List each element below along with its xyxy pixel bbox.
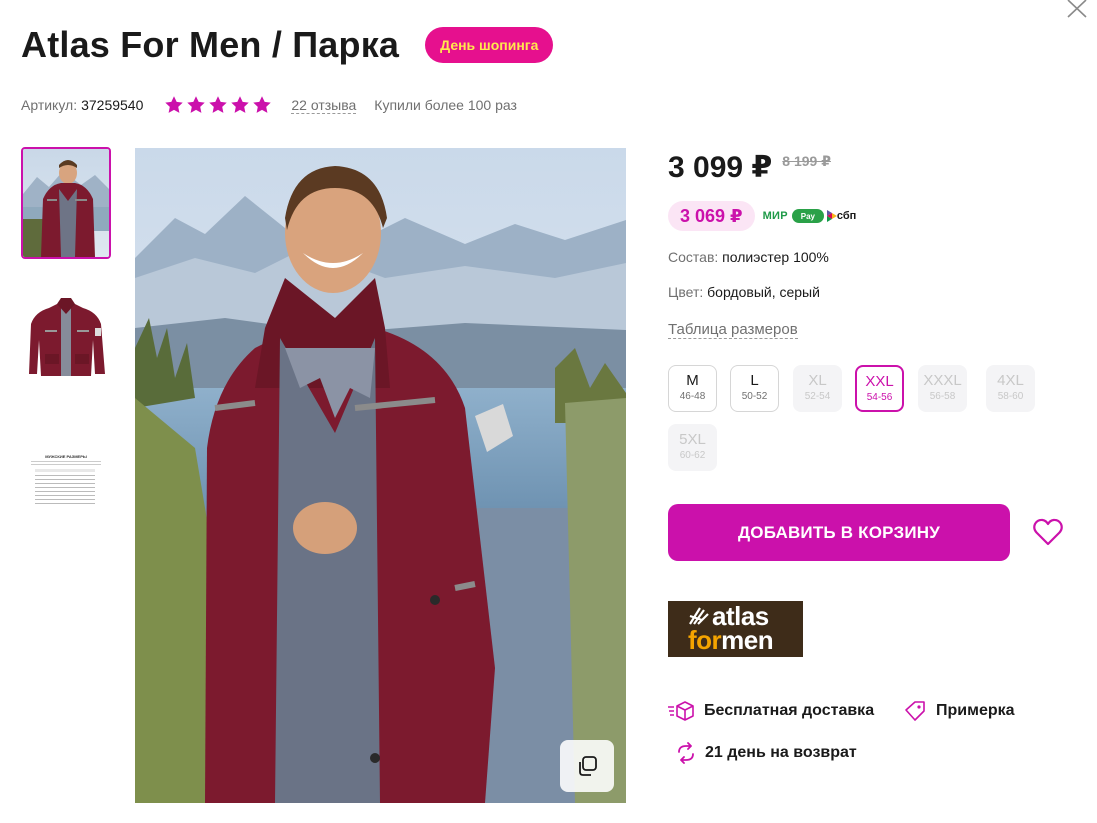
size-label: L <box>750 372 759 389</box>
spec-composition: Состав: полиэстер 100% <box>668 249 1078 266</box>
benefit-delivery-label: Бесплатная доставка <box>704 702 875 719</box>
purchases-count: Купили более 100 раз <box>374 97 517 113</box>
delivery-box-icon <box>668 701 694 721</box>
wallet-price[interactable]: 3 069 ₽ <box>668 201 755 231</box>
benefit-fitting[interactable]: Примерка <box>904 700 1015 722</box>
size-label: XXXL <box>923 372 962 389</box>
product-meta: Артикул: 37259540 22 отзыва Купили более… <box>21 94 517 116</box>
star-icon <box>253 96 272 113</box>
size-table-link[interactable]: Таблица размеров <box>668 321 798 339</box>
mir-logo: МИР <box>762 210 788 222</box>
thumbnail-list: МУЖСКИЕ РАЗМЕРЫ <box>21 147 111 558</box>
leaf-icon <box>689 607 709 625</box>
color-label: Цвет: <box>668 284 704 300</box>
size-option-xl[interactable]: XL 52-54 <box>793 365 842 412</box>
size-option-5xl[interactable]: 5XL 60-62 <box>668 424 717 471</box>
size-ru: 60-62 <box>679 450 706 461</box>
size-ru: 54-56 <box>866 392 893 403</box>
add-to-cart-button[interactable]: ДОБАВИТЬ В КОРЗИНУ <box>668 504 1010 561</box>
spec-color: Цвет: бордовый, серый <box>668 284 1078 301</box>
benefit-returns-label: 21 день на возврат <box>705 744 857 761</box>
size-ru: 56-58 <box>929 391 956 402</box>
tag-icon <box>905 701 925 721</box>
size-ru: 52-54 <box>804 391 831 402</box>
wallet-price-row: 3 069 ₽ МИР Pay сбп <box>668 201 1078 231</box>
benefit-delivery[interactable]: Бесплатная доставка <box>668 700 874 722</box>
price-row: 3 099 ₽ 8 199 ₽ <box>668 150 1078 190</box>
old-price: 8 199 ₽ <box>782 153 831 169</box>
size-option-l[interactable]: L 50-52 <box>730 365 779 412</box>
star-icon <box>231 96 250 113</box>
rating-stars <box>163 94 273 116</box>
return-arrows-icon <box>678 742 694 764</box>
thumbnail-jacket-flat[interactable] <box>21 284 111 396</box>
brand-logo-for: for <box>688 625 722 655</box>
size-label: 4XL <box>997 372 1024 389</box>
sbp-icon <box>826 210 837 222</box>
copy-icon <box>579 756 597 776</box>
sber-pay-logo: Pay <box>791 209 824 223</box>
heart-icon <box>1033 518 1063 546</box>
reviews-link[interactable]: 22 отзыва <box>291 97 357 114</box>
sku-value: 37259540 <box>81 97 144 113</box>
star-icon <box>165 96 184 113</box>
star-icon <box>187 96 206 113</box>
sbp-label: сбп <box>836 210 857 222</box>
thumbnail-size-chart[interactable]: МУЖСКИЕ РАЗМЕРЫ <box>21 421 111 533</box>
size-label: XL <box>808 372 827 389</box>
size-label: M <box>686 372 699 389</box>
thumbnail-jacket-model[interactable] <box>21 147 111 259</box>
size-option-m[interactable]: M 46-48 <box>668 365 717 412</box>
payment-logos: МИР Pay сбп <box>762 209 857 223</box>
brand-logo-men: men <box>721 625 774 655</box>
size-ru: 50-52 <box>741 391 768 402</box>
favorite-button[interactable] <box>1032 517 1064 547</box>
promo-badge[interactable]: День шопинга <box>425 27 554 63</box>
zoom-button[interactable] <box>560 740 614 792</box>
color-value: бордовый, серый <box>707 284 820 300</box>
composition-label: Состав: <box>668 249 719 265</box>
main-product-photo[interactable] <box>135 148 626 803</box>
size-option-xxxl[interactable]: XXXL 56-58 <box>918 365 967 412</box>
benefit-returns[interactable]: 21 день на возврат <box>676 742 857 764</box>
size-option-4xl[interactable]: 4XL 58-60 <box>986 365 1035 412</box>
current-price: 3 099 ₽ <box>668 151 773 184</box>
star-icon <box>209 96 228 113</box>
product-info: 3 099 ₽ 8 199 ₽ 3 069 ₽ МИР Pay сбп Сост… <box>668 150 1078 339</box>
size-ru: 58-60 <box>997 391 1024 402</box>
composition-value: полиэстер 100% <box>722 249 829 265</box>
close-icon[interactable] <box>1066 0 1088 18</box>
title-row: Atlas For Men / Парка День шопинга <box>21 24 554 66</box>
size-label: 5XL <box>679 431 706 448</box>
size-label: XXL <box>865 373 894 390</box>
size-option-xxl[interactable]: XXL 54-56 <box>855 365 904 412</box>
product-title: Atlas For Men / Парка <box>21 24 400 65</box>
brand-logo[interactable]: atlas formen <box>668 601 803 657</box>
sbp-logo: сбп <box>826 210 857 222</box>
size-ru: 46-48 <box>679 391 706 402</box>
brand-logo-formen: formen <box>688 625 774 655</box>
size-chart-title: МУЖСКИЕ РАЗМЕРЫ <box>45 454 87 459</box>
benefit-fitting-label: Примерка <box>936 702 1015 719</box>
sku-label: Артикул: <box>21 97 78 113</box>
